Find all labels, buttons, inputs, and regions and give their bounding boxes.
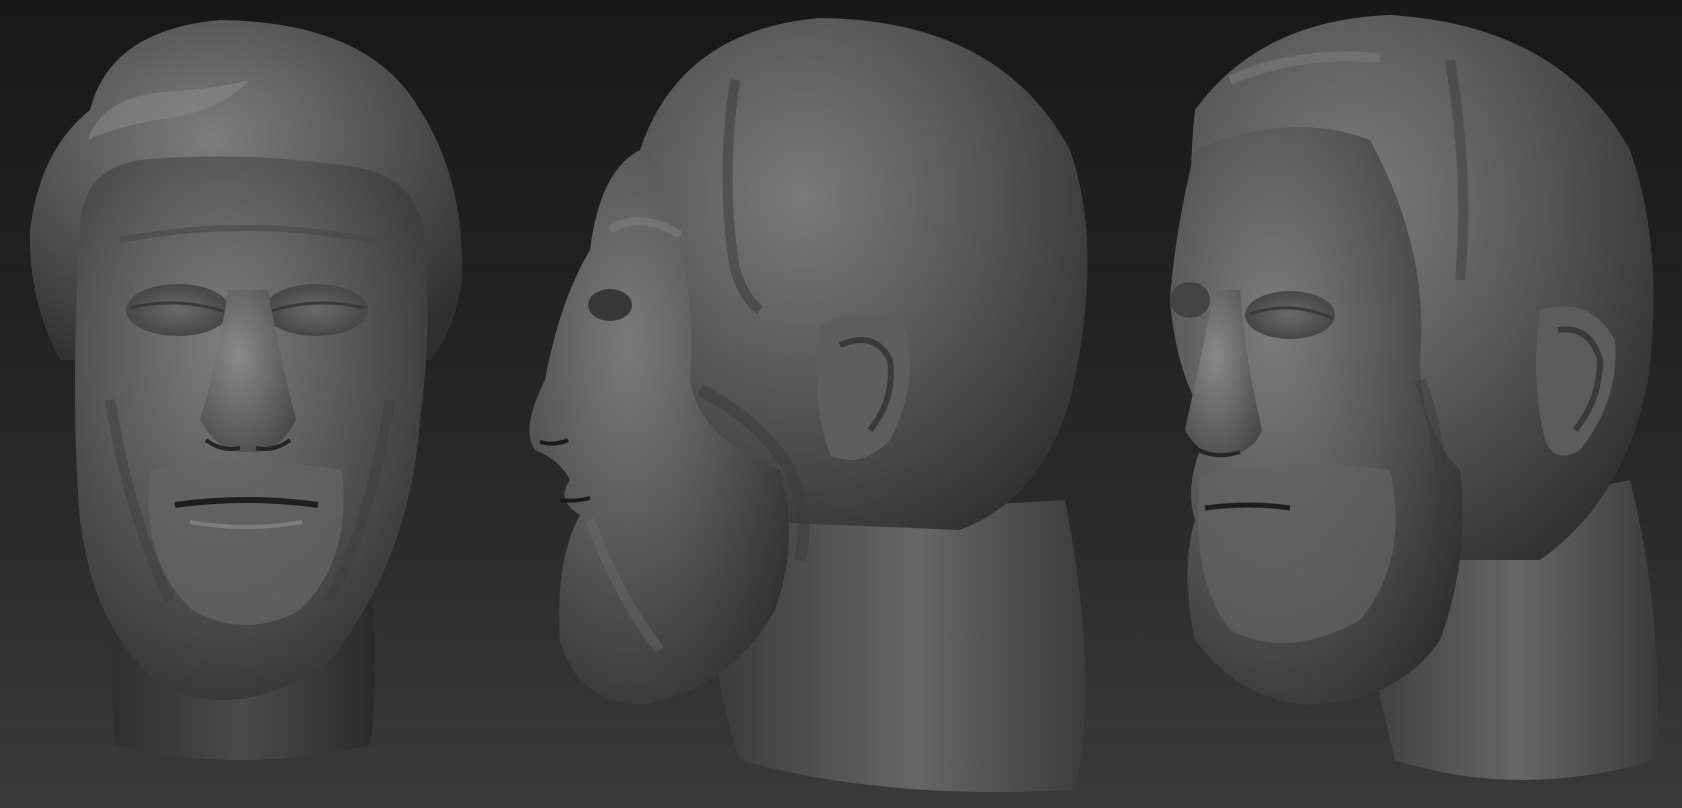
sculpt-viewport[interactable] — [0, 0, 1682, 808]
clay-render-canvas — [29, 15, 1658, 792]
side-eye — [588, 289, 632, 321]
tq-far-eye — [1170, 282, 1210, 318]
three-quarter-view-head — [1170, 15, 1658, 780]
side-view-head — [529, 18, 1088, 792]
front-view-head — [29, 20, 463, 760]
